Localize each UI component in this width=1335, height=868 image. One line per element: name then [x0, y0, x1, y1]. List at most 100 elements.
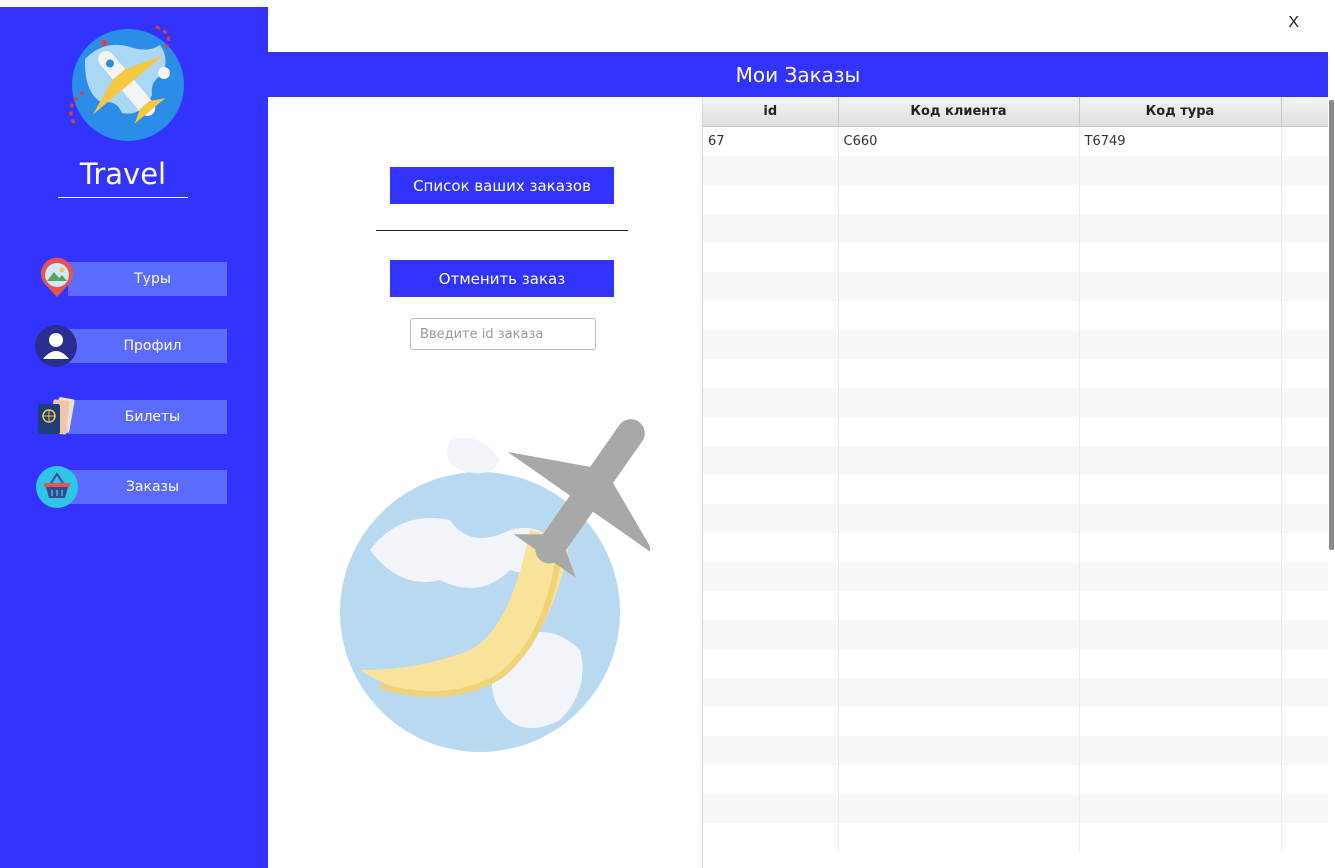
- table-cell: [1079, 330, 1282, 359]
- sidebar-item-profile[interactable]: Профил: [68, 329, 227, 363]
- table-row-empty[interactable]: [703, 301, 1329, 330]
- table-cell: [838, 156, 1080, 185]
- map-pin-landscape-icon: [41, 257, 73, 297]
- table-row-empty[interactable]: [703, 591, 1329, 620]
- sidebar-item-orders[interactable]: Заказы: [68, 470, 227, 504]
- shopping-basket-icon: [36, 466, 78, 508]
- table-row-empty[interactable]: [703, 243, 1329, 272]
- orders-table: id Код клиента Код тура 67 C660 T6749: [703, 97, 1329, 852]
- table-cell: [1079, 446, 1282, 475]
- table-row-empty[interactable]: [703, 678, 1329, 707]
- table-cell: [1281, 388, 1329, 417]
- table-cell: [703, 475, 839, 504]
- table-cell: [1079, 156, 1282, 185]
- table-cell: [1079, 794, 1282, 823]
- globe-airplane-illustration: [340, 419, 650, 752]
- table-row-empty[interactable]: [703, 707, 1329, 736]
- table-cell: [1079, 649, 1282, 678]
- table-cell: [838, 504, 1080, 533]
- table-row-empty[interactable]: [703, 736, 1329, 765]
- passport-tickets-icon: [38, 397, 75, 435]
- order-id-input[interactable]: [410, 318, 596, 350]
- table-cell: [838, 272, 1080, 301]
- table-cell: [703, 823, 839, 852]
- table-row-empty[interactable]: [703, 794, 1329, 823]
- table-cell: [838, 794, 1080, 823]
- table-cell: [1079, 823, 1282, 852]
- column-header-id[interactable]: id: [703, 97, 839, 127]
- table-cell: [703, 156, 839, 185]
- window-scrollbar-thumb[interactable]: [1329, 100, 1334, 550]
- table-row-empty[interactable]: [703, 562, 1329, 591]
- table-cell: [1281, 794, 1329, 823]
- cancel-order-button[interactable]: Отменить заказ: [390, 260, 614, 297]
- table-cell: [703, 301, 839, 330]
- table-cell: [1281, 591, 1329, 620]
- column-header-client-code[interactable]: Код клиента: [838, 97, 1080, 127]
- table-row-empty[interactable]: [703, 649, 1329, 678]
- table-cell: [838, 649, 1080, 678]
- table-row-empty[interactable]: [703, 765, 1329, 794]
- table-cell: [1281, 475, 1329, 504]
- table-cell: [703, 765, 839, 794]
- table-row-empty[interactable]: [703, 185, 1329, 214]
- table-cell: [838, 359, 1080, 388]
- table-row-empty[interactable]: [703, 330, 1329, 359]
- table-cell: [703, 794, 839, 823]
- table-cell: [703, 243, 839, 272]
- user-avatar-icon: [35, 325, 77, 367]
- table-row-empty[interactable]: [703, 417, 1329, 446]
- column-header-tour-code[interactable]: Код тура: [1079, 97, 1282, 127]
- table-cell: [703, 562, 839, 591]
- sidebar-item-tours[interactable]: Туры: [68, 262, 227, 296]
- table-row-empty[interactable]: [703, 446, 1329, 475]
- table-cell: [1281, 301, 1329, 330]
- table-row-empty[interactable]: [703, 823, 1329, 852]
- table-cell: [1079, 562, 1282, 591]
- table-row-empty[interactable]: [703, 156, 1329, 185]
- table-cell: [1281, 156, 1329, 185]
- brand-underline: [58, 197, 188, 198]
- table-cell: [703, 417, 839, 446]
- table-cell: [1281, 765, 1329, 794]
- table-row-empty[interactable]: [703, 388, 1329, 417]
- table-cell: [838, 214, 1080, 243]
- sidebar-item-label: Билеты: [124, 409, 181, 425]
- table-cell: [703, 707, 839, 736]
- table-cell: [703, 620, 839, 649]
- table-cell: [1281, 330, 1329, 359]
- table-cell: 67: [703, 126, 839, 156]
- list-orders-button[interactable]: Список ваших заказов: [390, 167, 614, 204]
- table-row[interactable]: 67 C660 T6749: [703, 126, 1329, 156]
- table-cell: [838, 446, 1080, 475]
- table-row-empty[interactable]: [703, 620, 1329, 649]
- table-cell: [1079, 475, 1282, 504]
- table-row-empty[interactable]: [703, 533, 1329, 562]
- table-cell: T6749: [1079, 126, 1282, 156]
- table-cell: [838, 330, 1080, 359]
- sidebar-item-tickets[interactable]: Билеты: [68, 400, 227, 434]
- table-cell: [703, 504, 839, 533]
- table-cell: [1079, 359, 1282, 388]
- table-cell: [703, 185, 839, 214]
- table-cell: [838, 823, 1080, 852]
- table-header-row: id Код клиента Код тура: [703, 97, 1329, 127]
- table-cell: [838, 533, 1080, 562]
- table-cell: [1079, 765, 1282, 794]
- table-row-empty[interactable]: [703, 475, 1329, 504]
- close-button[interactable]: X: [1288, 14, 1299, 32]
- table-row-empty[interactable]: [703, 504, 1329, 533]
- table-cell: [1281, 707, 1329, 736]
- table-row-empty[interactable]: [703, 359, 1329, 388]
- table-body: 67 C660 T6749: [703, 126, 1329, 852]
- table-cell: [1079, 678, 1282, 707]
- page-title: Мои Заказы: [735, 62, 861, 87]
- table-cell: C660: [838, 126, 1080, 156]
- table-cell: [703, 330, 839, 359]
- table-cell: [838, 562, 1080, 591]
- table-cell: [1079, 214, 1282, 243]
- table-row-empty[interactable]: [703, 272, 1329, 301]
- table-cell: [703, 388, 839, 417]
- table-row-empty[interactable]: [703, 214, 1329, 243]
- table-cell: [1281, 359, 1329, 388]
